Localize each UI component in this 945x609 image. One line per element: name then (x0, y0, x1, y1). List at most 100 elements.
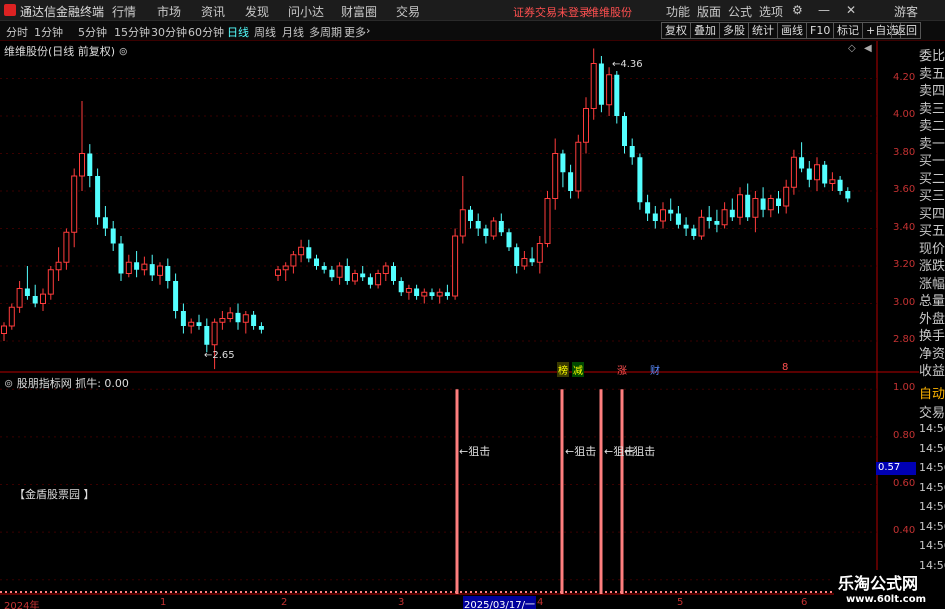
sidebar-item[interactable]: 涨幅 (919, 272, 945, 292)
indicator-tick-label: 0.80 (893, 429, 916, 441)
signal-bar (620, 389, 624, 594)
period-tab-5min[interactable]: 5分钟 (78, 24, 107, 40)
sidebar-item[interactable]: 14:56 (919, 500, 945, 513)
candle-body-down (149, 264, 155, 276)
minimize-icon[interactable]: — (818, 3, 830, 17)
candle-body-up (421, 291, 428, 297)
sidebar-item[interactable]: 买二 (919, 167, 945, 187)
close-icon[interactable]: ✕ (846, 3, 856, 17)
sidebar-item[interactable]: 涨跌 (919, 255, 945, 274)
sidebar-item[interactable]: 现价 (919, 237, 945, 257)
event-mark-list[interactable]: 榜 (557, 362, 569, 377)
period-tab-more[interactable]: 更多 (344, 24, 366, 40)
menu-item-quotes[interactable]: 行情 (112, 3, 136, 20)
sidebar-item[interactable]: 买三 (919, 185, 945, 204)
btn-multistock[interactable]: 多股 (719, 22, 749, 39)
candle-body-up (552, 153, 559, 199)
time-tick-label: 5 (677, 597, 684, 608)
period-tab-15min[interactable]: 15分钟 (114, 24, 150, 40)
menu-item-discover[interactable]: 发现 (245, 3, 269, 20)
menu-item-ask[interactable]: 问小达 (288, 3, 324, 20)
sidebar-item[interactable]: 14:56 (919, 519, 945, 533)
sidebar-item[interactable]: 买四 (919, 202, 945, 222)
sidebar-item[interactable]: 外盘 (919, 307, 945, 327)
candle-body-down (614, 74, 620, 116)
btn-stats[interactable]: 统计 (748, 22, 778, 39)
candle-body-down (822, 164, 828, 184)
candle-body-up (188, 321, 195, 327)
user-label[interactable]: 游客 (894, 3, 918, 20)
settings-circle-icon[interactable]: ⊚ (119, 45, 128, 58)
event-mark-finance[interactable]: 财 (650, 362, 660, 377)
chart-area[interactable] (0, 41, 919, 609)
candle-body-down (837, 179, 843, 191)
sidebar-item[interactable]: 换手 (919, 325, 945, 344)
event-mark-reduce[interactable]: 减 (572, 362, 584, 377)
menu-item-news[interactable]: 资讯 (201, 3, 225, 20)
sidebar-item[interactable]: 收益 (919, 360, 945, 379)
menu-item-wealth[interactable]: 财富圈 (341, 3, 377, 20)
menu-item-market[interactable]: 市场 (157, 3, 181, 20)
sidebar-item[interactable]: 卖二 (919, 115, 945, 134)
menu-item-formula[interactable]: 公式 (728, 3, 752, 20)
candle-body-down (398, 281, 404, 293)
period-tab-1min[interactable]: 1分钟 (34, 24, 63, 40)
candle-body-down (258, 326, 264, 330)
sidebar-item[interactable]: 交易 (919, 402, 945, 421)
period-tab-weekly[interactable]: 周线 (254, 24, 276, 40)
time-tick-label: 4 (537, 597, 544, 608)
btn-f10[interactable]: F10 (806, 22, 835, 39)
sidebar-item[interactable]: 卖五 (919, 62, 945, 82)
candle-body-up (290, 254, 297, 267)
candle-body-up (219, 318, 226, 323)
login-status[interactable]: 证券交易未登录 (513, 4, 590, 20)
sidebar-item[interactable]: 14:56 (919, 480, 945, 494)
sidebar-item[interactable]: 委比 (919, 45, 945, 64)
period-tab-monthly[interactable]: 月线 (282, 24, 304, 40)
watermark-label: 【金盾股票园 】 (14, 488, 95, 501)
btn-mark[interactable]: 标记 (833, 22, 863, 39)
menu-item-options[interactable]: 选项 (759, 3, 783, 20)
sidebar-item[interactable]: 买一 (919, 150, 945, 169)
period-tab-timeshare[interactable]: 分时 (6, 24, 28, 40)
period-tab-60min[interactable]: 60分钟 (188, 24, 224, 40)
sidebar-item[interactable]: 14:56 (919, 422, 945, 435)
expand-icon[interactable]: ◀ (864, 43, 872, 54)
btn-back[interactable]: 返回 (891, 22, 921, 39)
time-tick-label: 3 (398, 597, 405, 608)
indicator-grid (0, 388, 877, 581)
signal-bars (455, 389, 624, 594)
btn-adjust[interactable]: 复权 (661, 22, 691, 39)
sidebar-item[interactable]: 买五 (919, 220, 945, 239)
menu-item-layout[interactable]: 版面 (697, 3, 721, 20)
settings-icon[interactable]: ⚙ (792, 3, 803, 17)
sidebar-item[interactable]: 14:56 (919, 461, 945, 474)
btn-draw[interactable]: 画线 (777, 22, 807, 39)
candle-body-up (490, 220, 497, 237)
indicator-tick-label: 0.60 (893, 477, 916, 489)
event-mark-8[interactable]: 8 (782, 362, 788, 373)
period-tab-daily[interactable]: 日线 (227, 24, 249, 40)
sidebar-item[interactable]: 卖四 (919, 80, 945, 99)
candle-body-up (790, 156, 797, 188)
period-toolbar: 分时 1分钟 5分钟 15分钟 30分钟 60分钟 日线 周线 月线 多周期 更… (0, 21, 945, 41)
sidebar-item[interactable]: 14:56 (919, 441, 945, 455)
sidebar-item[interactable]: 自动 (919, 383, 945, 402)
period-tab-30min[interactable]: 30分钟 (151, 24, 187, 40)
sidebar-item[interactable]: 卖一 (919, 132, 945, 152)
btn-overlay[interactable]: 叠加 (690, 22, 720, 39)
low-annotation: ←2.65 (204, 350, 235, 361)
indicator-settings-icon[interactable]: ⊚ (4, 377, 13, 390)
candle-body-down (514, 247, 520, 266)
period-tab-multi[interactable]: 多周期 (309, 24, 342, 40)
sidebar-item[interactable]: 14:56 (919, 539, 945, 552)
menu-item-trade[interactable]: 交易 (396, 3, 420, 20)
chevron-right-icon[interactable]: › (366, 24, 370, 37)
event-mark-limitup[interactable]: 涨 (617, 362, 627, 377)
diamond-icon[interactable]: ◇ (848, 43, 856, 54)
candle-body-down (118, 243, 124, 274)
menu-item-function[interactable]: 功能 (666, 3, 690, 20)
sidebar-item[interactable]: 总量 (919, 290, 945, 309)
sidebar-item[interactable]: 净资 (919, 342, 945, 362)
sidebar-item[interactable]: 卖三 (919, 97, 945, 117)
